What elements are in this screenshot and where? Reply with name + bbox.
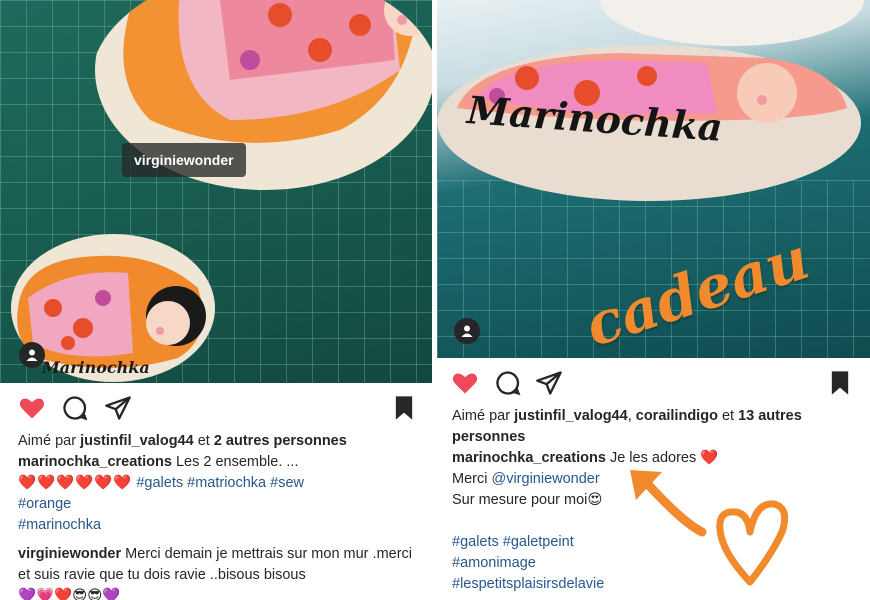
comment-icon[interactable] — [61, 394, 89, 422]
liked-others[interactable]: 2 autres personnes — [214, 433, 347, 449]
bookmark-icon[interactable] — [390, 394, 418, 422]
heart-icon[interactable] — [451, 369, 479, 397]
stone-signature: Marinochka — [42, 358, 150, 377]
tagged-user-icon[interactable] — [454, 318, 480, 344]
liked-user[interactable]: justinfil_valog44 — [80, 433, 194, 449]
hashtags-line-2[interactable]: #orange — [18, 494, 414, 515]
liked-prefix: Aimé par — [18, 433, 77, 449]
photo-user-tag[interactable]: virginiewonder — [122, 143, 246, 177]
caption-username[interactable]: marinochka_creations — [452, 450, 606, 466]
comment-emojis: 💜💗❤️😎😎💜 — [18, 588, 121, 600]
left-post: virginiewonder Marinochka Aimé par justi… — [0, 0, 432, 600]
hashtags-line-2[interactable]: #amonimage — [452, 553, 852, 574]
orange-arrow-icon — [630, 470, 707, 537]
caption-tags: ❤️❤️❤️❤️❤️❤️ #galets #matriochka #sew — [18, 473, 414, 494]
left-post-photo[interactable]: virginiewonder Marinochka — [0, 0, 432, 383]
liked-and: et — [721, 408, 735, 424]
bookmark-icon[interactable] — [826, 369, 854, 397]
caption-line: marinochka_creations Les 2 ensemble. ... — [18, 452, 414, 473]
caption-username[interactable]: marinochka_creations — [18, 454, 172, 470]
share-icon[interactable] — [104, 394, 132, 422]
hashtags-line-1[interactable]: #galets #matriochka #sew — [136, 475, 304, 491]
liked-and: et — [197, 433, 210, 449]
right-action-bar — [437, 358, 870, 406]
hearts-emojis: ❤️❤️❤️❤️❤️❤️ — [18, 475, 133, 491]
mention-link[interactable]: @virginiewonder — [491, 471, 599, 487]
hashtags-line-3[interactable]: #marinochka — [18, 515, 414, 536]
comment-icon[interactable] — [494, 369, 522, 397]
left-caption-area: Aimé par justinfil_valog44 et 2 autres p… — [0, 431, 432, 600]
likes-line: Aimé par justinfil_valog44 et 2 autres p… — [18, 431, 414, 452]
right-post: Marinochka cadeau Aimé par justinfil_val… — [437, 0, 870, 600]
share-icon[interactable] — [535, 369, 563, 397]
liked-prefix: Aimé par — [452, 408, 511, 424]
tagged-user-icon[interactable] — [19, 342, 45, 368]
orange-heart-doodle-icon — [716, 500, 789, 586]
comment: virginiewonder Merci demain je mettrais … — [18, 544, 414, 586]
liked-separator: , — [627, 408, 632, 424]
likes-line: Aimé par justinfil_valog44, corailindigo… — [452, 406, 852, 448]
caption-text: Les 2 ensemble. ... — [175, 454, 299, 470]
comment-username[interactable]: virginiewonder — [18, 546, 121, 562]
liked-user-2[interactable]: corailindigo — [636, 408, 718, 424]
liked-user-1[interactable]: justinfil_valog44 — [514, 408, 628, 424]
hashtags-line-3[interactable]: #lespetitsplaisirsdelavie — [452, 574, 852, 595]
heart-icon[interactable] — [18, 394, 46, 422]
left-action-bar — [0, 383, 432, 431]
merci-text: Merci — [452, 471, 488, 487]
